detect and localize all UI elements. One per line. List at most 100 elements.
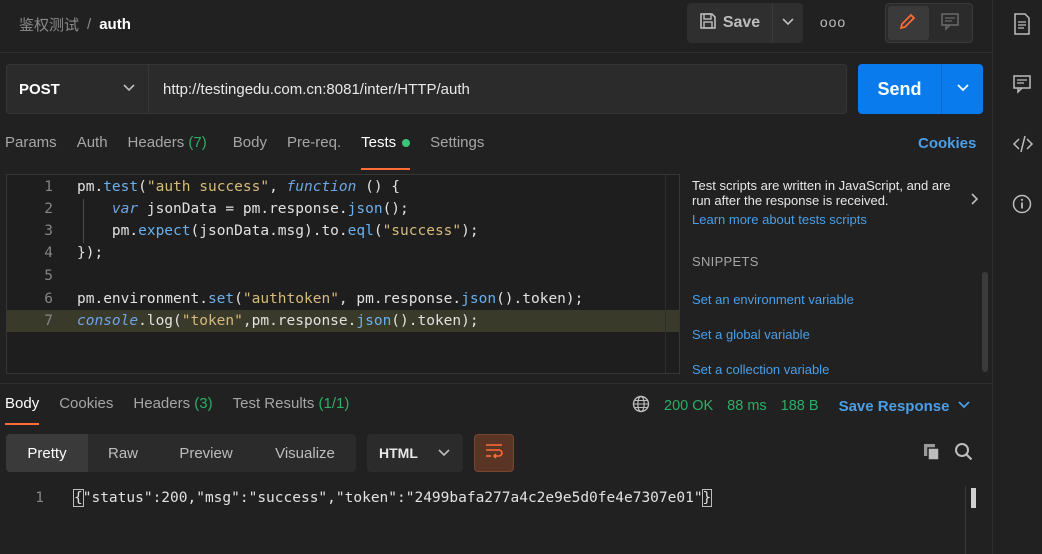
response-scrollbar[interactable]: [971, 488, 976, 508]
tab-test-results-label: Test Results: [232, 395, 315, 412]
tab-headers[interactable]: Headers (7): [128, 134, 207, 170]
line-number: 4: [44, 245, 53, 261]
tab-auth[interactable]: Auth: [77, 134, 108, 170]
line-number: 2: [44, 201, 53, 217]
send-dropdown-button[interactable]: [942, 64, 983, 114]
search-icon[interactable]: [954, 442, 974, 467]
breadcrumb-request[interactable]: auth: [99, 16, 131, 33]
chevron-down-icon: [781, 14, 795, 33]
code-line: 6 pm.environment.set("authtoken", pm.res…: [7, 288, 679, 310]
url-input[interactable]: http://testingedu.com.cn:8081/inter/HTTP…: [149, 64, 847, 114]
breadcrumb-collection[interactable]: 鉴权测试: [19, 14, 79, 35]
format-preview[interactable]: Preview: [158, 434, 254, 472]
info-icon[interactable]: [1012, 194, 1032, 219]
tab-body[interactable]: Body: [233, 134, 267, 170]
snippets-heading: SNIPPETS: [692, 254, 759, 269]
tab-settings[interactable]: Settings: [430, 134, 484, 170]
snippet-item[interactable]: Set a global variable: [692, 327, 810, 342]
save-button-group: Save: [687, 3, 803, 43]
language-label: HTML: [379, 445, 418, 461]
save-button[interactable]: Save: [687, 3, 773, 43]
code-text: var jsonData = pm.response.json();: [111, 201, 409, 217]
comment-mode-button[interactable]: [931, 6, 970, 40]
pencil-icon: [898, 11, 918, 36]
line-number: 1: [44, 179, 53, 195]
comments-icon[interactable]: [1012, 74, 1032, 99]
response-size[interactable]: 188 B: [781, 398, 819, 414]
tests-code-editor[interactable]: 1 pm.test("auth success", function () { …: [6, 174, 680, 374]
copy-icon[interactable]: [922, 442, 942, 467]
method-select[interactable]: POST: [6, 64, 149, 114]
response-body-line[interactable]: 1 {"status":200,"msg":"success","token":…: [6, 486, 713, 510]
breadcrumb: 鉴权测试 / auth: [19, 14, 131, 35]
response-tabs: Body Cookies Headers (3) Test Results (1…: [5, 395, 369, 425]
format-raw[interactable]: Raw: [88, 434, 158, 472]
snippet-item[interactable]: Set a collection variable: [692, 362, 829, 377]
save-response-button[interactable]: Save Response: [839, 397, 972, 415]
save-icon: [699, 12, 717, 35]
line-number: 3: [44, 223, 53, 239]
tab-prereq[interactable]: Pre-req.: [287, 134, 341, 170]
language-select[interactable]: HTML: [367, 434, 463, 472]
tab-tests-label: Tests: [361, 134, 397, 151]
cookies-link[interactable]: Cookies: [918, 135, 976, 152]
tab-params[interactable]: Params: [5, 134, 57, 170]
tab-response-cookies[interactable]: Cookies: [59, 395, 113, 425]
chevron-down-icon: [956, 80, 970, 99]
tab-response-headers[interactable]: Headers (3): [133, 395, 212, 425]
format-pretty[interactable]: Pretty: [6, 434, 88, 472]
tab-response-body[interactable]: Body: [5, 395, 40, 425]
chevron-down-icon: [437, 445, 451, 462]
wrap-lines-icon: [484, 442, 504, 465]
tab-tests[interactable]: Tests: [361, 134, 426, 170]
format-visualize[interactable]: Visualize: [254, 434, 356, 472]
more-options-button[interactable]: ooo: [818, 14, 848, 34]
status-badge[interactable]: 200 OK: [664, 398, 713, 414]
learn-more-link[interactable]: Learn more about tests scripts: [692, 212, 982, 227]
response-format-tabs: Pretty Raw Preview Visualize: [6, 434, 356, 472]
chevron-right-icon: [968, 193, 980, 210]
snippets-info-text: Test scripts are written in JavaScript, …: [692, 178, 951, 208]
response-headers-count: (3): [194, 395, 213, 412]
code-icon[interactable]: [1012, 134, 1034, 159]
documentation-icon[interactable]: [1012, 13, 1032, 40]
comment-icon: [940, 11, 960, 36]
tests-active-dot: [402, 139, 411, 148]
snippet-item[interactable]: Set an environment variable: [692, 292, 854, 307]
method-label: POST: [19, 80, 60, 98]
line-number: 7: [44, 313, 53, 329]
code-text: pm.expect(jsonData.msg).to.eql("success"…: [77, 223, 479, 239]
code-line-current: 7 console.log("token",pm.response.json()…: [7, 310, 679, 332]
tab-response-headers-label: Headers: [133, 395, 191, 412]
response-meta: 200 OK 88 ms 188 B Save Response: [632, 395, 971, 417]
divider: [965, 486, 966, 554]
tab-test-results[interactable]: Test Results (1/1): [233, 395, 350, 425]
globe-icon[interactable]: [632, 395, 650, 417]
breadcrumb-separator: /: [87, 16, 92, 33]
code-text: pm.environment.set("authtoken", pm.respo…: [77, 291, 584, 307]
headers-count: (7): [188, 134, 207, 151]
code-line: 1 pm.test("auth success", function () {: [7, 176, 679, 198]
chevron-down-icon: [122, 80, 136, 99]
divider: [0, 52, 992, 53]
edit-mode-button[interactable]: [888, 6, 929, 40]
code-line: 5: [7, 265, 679, 287]
code-text: });: [77, 245, 104, 261]
divider: [0, 383, 992, 384]
wrap-lines-button[interactable]: [474, 434, 514, 472]
line-number: 5: [44, 268, 53, 284]
save-dropdown-button[interactable]: [773, 3, 803, 43]
send-button[interactable]: Send: [858, 64, 942, 114]
response-time[interactable]: 88 ms: [727, 398, 767, 414]
editor-scrollbar[interactable]: [665, 175, 679, 373]
code-text: console.log("token",pm.response.json().t…: [77, 313, 479, 329]
save-label: Save: [722, 14, 761, 31]
collapse-panel-button[interactable]: [968, 192, 980, 211]
line-number: 1: [35, 490, 44, 506]
request-tabs: Params Auth Headers (7) Body Pre-req. Te…: [5, 134, 504, 170]
save-response-label: Save Response: [838, 397, 950, 415]
snippets-panel: Test scripts are written in JavaScript, …: [692, 178, 982, 378]
snippets-scrollbar[interactable]: [982, 272, 988, 372]
tab-headers-label: Headers: [127, 134, 185, 151]
code-line: 3 pm.expect(jsonData.msg).to.eql("succes…: [7, 220, 679, 242]
